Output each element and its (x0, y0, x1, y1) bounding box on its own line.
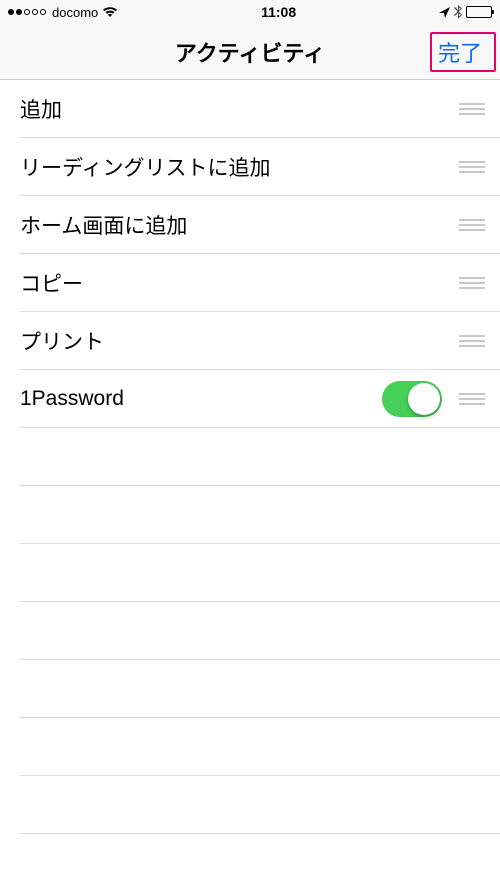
activity-row[interactable]: コピー (0, 254, 500, 312)
empty-row (0, 486, 500, 544)
empty-row (0, 602, 500, 660)
empty-row (0, 834, 500, 889)
reorder-handle-icon[interactable] (458, 335, 486, 347)
status-time: 11:08 (261, 4, 296, 20)
empty-row (0, 776, 500, 834)
reorder-handle-icon[interactable] (458, 393, 486, 405)
navigation-bar: アクティビティ 完了 (0, 24, 500, 80)
empty-row (0, 718, 500, 776)
activity-row[interactable]: プリント (0, 312, 500, 370)
activity-row[interactable]: ホーム画面に追加 (0, 196, 500, 254)
reorder-handle-icon[interactable] (458, 103, 486, 115)
activity-list: 追加リーディングリストに追加ホーム画面に追加コピープリント 1Password (0, 80, 500, 889)
status-right (439, 5, 492, 19)
activity-row-label: コピー (20, 268, 458, 298)
location-icon (439, 7, 450, 18)
activity-row[interactable]: 追加 (0, 80, 500, 138)
bluetooth-icon (454, 5, 462, 19)
reorder-handle-icon[interactable] (458, 277, 486, 289)
activity-row-label: 追加 (20, 94, 458, 124)
battery-icon (466, 6, 492, 18)
reorder-handle-icon[interactable] (458, 161, 486, 173)
page-title: アクティビティ (175, 36, 325, 68)
empty-row (0, 428, 500, 486)
activity-row[interactable]: 1Password (0, 370, 500, 428)
signal-strength-icon (8, 9, 46, 15)
empty-row (0, 660, 500, 718)
done-button[interactable]: 完了 (428, 30, 492, 74)
reorder-handle-icon[interactable] (458, 219, 486, 231)
activity-row[interactable]: リーディングリストに追加 (0, 138, 500, 196)
carrier-label: docomo (52, 5, 98, 20)
empty-row (0, 544, 500, 602)
activity-row-label: ホーム画面に追加 (20, 210, 458, 240)
activity-toggle[interactable] (382, 381, 442, 417)
status-left: docomo (8, 5, 118, 20)
activity-row-label: リーディングリストに追加 (20, 152, 458, 182)
activity-row-label: 1Password (20, 387, 382, 411)
wifi-icon (102, 6, 118, 18)
status-bar: docomo 11:08 (0, 0, 500, 24)
activity-row-label: プリント (20, 326, 458, 356)
